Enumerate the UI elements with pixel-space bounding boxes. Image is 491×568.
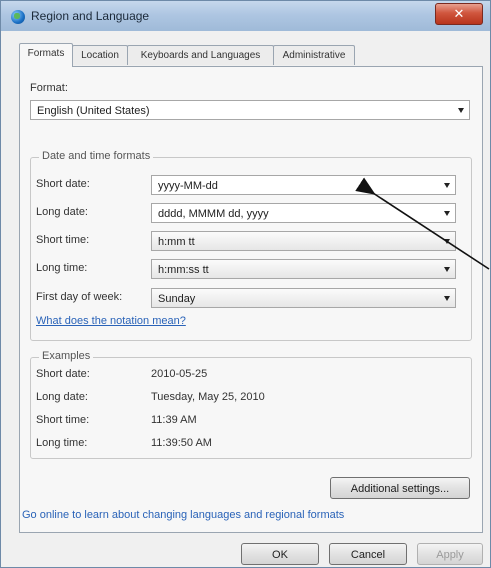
tab-location[interactable]: Location xyxy=(72,45,128,65)
notation-help-link[interactable]: What does the notation mean? xyxy=(36,315,186,327)
examples-group: Examples Short date: 2010-05-25 Long dat… xyxy=(30,350,472,459)
format-label: Format: xyxy=(30,82,68,94)
tab-formats[interactable]: Formats xyxy=(19,43,73,67)
chevron-down-icon xyxy=(444,183,450,188)
short-date-select[interactable]: yyyy-MM-dd xyxy=(151,175,456,195)
tab-keyboards-and-languages[interactable]: Keyboards and Languages xyxy=(127,45,274,65)
cancel-button[interactable]: Cancel xyxy=(329,543,407,565)
example-long-date-label: Long date: xyxy=(36,391,88,403)
ok-button[interactable]: OK xyxy=(241,543,319,565)
format-select[interactable]: English (United States) xyxy=(30,100,470,120)
example-short-time-label: Short time: xyxy=(36,414,90,426)
example-long-date-value: Tuesday, May 25, 2010 xyxy=(151,391,265,403)
date-time-formats-group: Date and time formats Short date: yyyy-M… xyxy=(30,150,472,341)
example-short-date-value: 2010-05-25 xyxy=(151,368,208,380)
chevron-down-icon xyxy=(458,108,464,113)
short-date-value: yyyy-MM-dd xyxy=(158,180,218,192)
example-long-time-label: Long time: xyxy=(36,437,88,449)
chevron-down-icon xyxy=(444,267,450,272)
close-button[interactable]: ✕ xyxy=(435,3,483,25)
date-time-formats-legend: Date and time formats xyxy=(39,150,154,162)
first-day-of-week-label: First day of week: xyxy=(36,291,123,303)
format-select-value: English (United States) xyxy=(37,105,150,117)
apply-button[interactable]: Apply xyxy=(417,543,483,565)
long-time-select[interactable]: h:mm:ss tt xyxy=(151,259,456,279)
chevron-down-icon xyxy=(444,296,450,301)
first-day-of-week-value: Sunday xyxy=(158,293,196,305)
long-time-value: h:mm:ss tt xyxy=(158,264,209,276)
title-bar[interactable]: Region and Language ✕ xyxy=(1,1,490,31)
online-languages-link[interactable]: Go online to learn about changing langua… xyxy=(22,509,344,521)
window-title: Region and Language xyxy=(31,9,150,23)
examples-legend: Examples xyxy=(39,350,94,362)
short-time-select[interactable]: h:mm tt xyxy=(151,231,456,251)
chevron-down-icon xyxy=(444,239,450,244)
chevron-down-icon xyxy=(444,211,450,216)
region-language-dialog: Region and Language ✕ Formats Location K… xyxy=(0,0,491,568)
globe-icon xyxy=(11,10,25,24)
additional-settings-button[interactable]: Additional settings... xyxy=(330,477,470,499)
example-short-time-value: 11:39 AM xyxy=(151,414,197,426)
long-date-select[interactable]: dddd, MMMM dd, yyyy xyxy=(151,203,456,223)
short-date-label: Short date: xyxy=(36,178,90,190)
long-date-value: dddd, MMMM dd, yyyy xyxy=(158,208,269,220)
example-long-time-value: 11:39:50 AM xyxy=(151,437,212,449)
formats-panel: Format: English (United States) Date and… xyxy=(19,66,483,533)
short-time-value: h:mm tt xyxy=(158,236,195,248)
short-time-label: Short time: xyxy=(36,234,90,246)
long-time-label: Long time: xyxy=(36,262,88,274)
example-short-date-label: Short date: xyxy=(36,368,90,380)
first-day-of-week-select[interactable]: Sunday xyxy=(151,288,456,308)
long-date-label: Long date: xyxy=(36,206,88,218)
tab-administrative[interactable]: Administrative xyxy=(273,45,355,65)
